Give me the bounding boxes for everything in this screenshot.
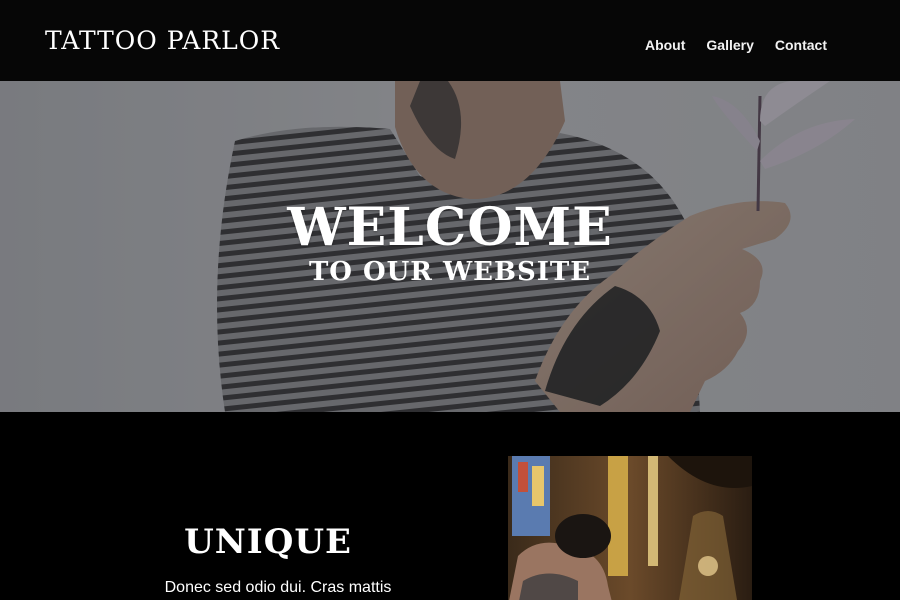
hero-banner: WELCOME TO OUR WEBSITE xyxy=(0,81,900,412)
unique-section: UNIQUE Donec sed odio dui. Cras mattis xyxy=(0,412,900,600)
nav-link-about[interactable]: About xyxy=(645,36,685,54)
section-image xyxy=(508,456,752,600)
main-nav: About Gallery Contact xyxy=(645,36,827,54)
site-logo[interactable]: TATTOO PARLOR xyxy=(45,24,280,58)
section-text: Donec sed odio dui. Cras mattis xyxy=(164,579,392,596)
hero-subtitle: TO OUR WEBSITE xyxy=(308,257,592,287)
nav-link-gallery[interactable]: Gallery xyxy=(706,36,753,54)
section-heading: UNIQUE xyxy=(184,522,352,562)
nav-link-contact[interactable]: Contact xyxy=(775,36,827,54)
hero-title: WELCOME xyxy=(287,197,613,258)
site-header: TATTOO PARLOR About Gallery Contact xyxy=(0,0,900,81)
